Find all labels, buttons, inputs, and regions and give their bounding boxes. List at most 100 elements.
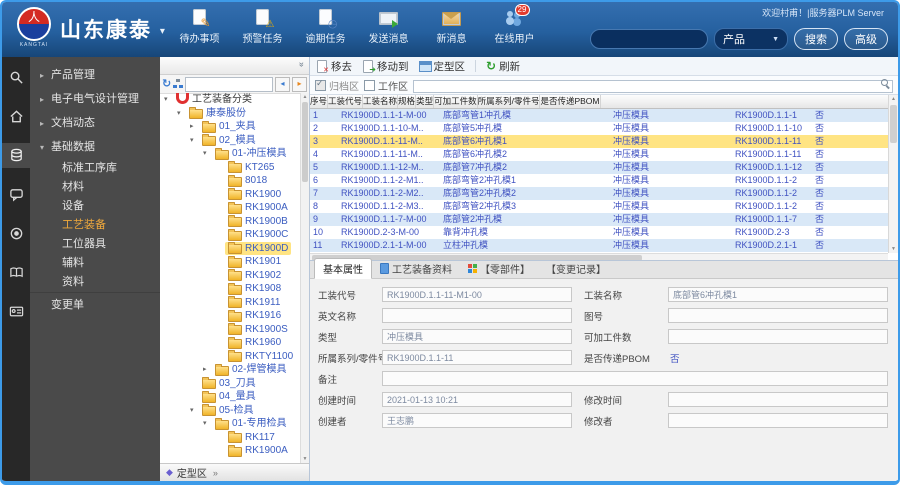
tree-expand-icon[interactable]: ▾ bbox=[190, 404, 199, 418]
creator-field[interactable] bbox=[382, 413, 572, 428]
rail-chat-icon[interactable] bbox=[2, 182, 30, 207]
scroll-down-icon[interactable]: ▼ bbox=[889, 245, 898, 253]
tree-search-input[interactable] bbox=[185, 76, 273, 92]
table-row[interactable]: 9 RK1900D.1.1-7-M-00 底部管2冲孔模 冲压模具 RK1900D.1.… bbox=[310, 213, 888, 226]
workpiece-count-field[interactable] bbox=[668, 329, 888, 344]
rail-home-icon[interactable] bbox=[2, 104, 30, 129]
header-nav-item[interactable]: 发送消息 bbox=[361, 9, 416, 45]
search-category-dropdown[interactable]: 产品 ▼ bbox=[714, 28, 788, 50]
detail-tab[interactable]: 【变更记录】 bbox=[538, 259, 614, 278]
tree-expand-icon[interactable]: ▾ bbox=[203, 417, 212, 431]
table-row[interactable]: 3 RK1900D.1.1-11-M.. 底部管6冲孔模1 冲压模具 RK1900D.1… bbox=[310, 135, 888, 148]
remark-field[interactable] bbox=[382, 371, 888, 386]
grid-column-header[interactable]: 可加工件数 bbox=[434, 95, 478, 108]
tree-node[interactable]: RK1916 bbox=[160, 309, 301, 323]
sidebar-menu-item[interactable]: 资料 bbox=[30, 273, 160, 292]
rail-search-icon[interactable] bbox=[2, 65, 30, 90]
sidebar-menu-item[interactable]: 辅料 bbox=[30, 254, 160, 273]
shaping-area-button[interactable]: 定型区 bbox=[418, 59, 465, 74]
header-nav-item[interactable]: 预警任务 bbox=[235, 9, 290, 45]
sidebar-menu-item[interactable]: ▾ 基础数据 bbox=[30, 135, 160, 159]
tree-expand-icon[interactable]: ▸ bbox=[203, 363, 212, 377]
remove-button[interactable]: 移去 bbox=[316, 59, 352, 74]
scroll-down-icon[interactable]: ▼ bbox=[301, 455, 309, 463]
tree-node[interactable]: RK1900D bbox=[160, 241, 301, 255]
global-search-input[interactable] bbox=[590, 29, 708, 49]
header-nav-item[interactable]: 逾期任务 bbox=[298, 9, 353, 45]
sidebar-menu-item[interactable]: ▸ 文档动态 bbox=[30, 111, 160, 135]
english-name-field[interactable] bbox=[382, 308, 572, 323]
table-row[interactable]: 1 RK1900D.1.1-1-M-00 底部弯管1冲孔模 冲压模具 RK1900D.1… bbox=[310, 109, 888, 122]
sidebar-menu-item[interactable]: ▸ 电子电气设计管理 bbox=[30, 87, 160, 111]
table-row[interactable]: 2 RK1900D.1.1-10-M.. 底部管5冲孔模 冲压模具 RK1900D.1.… bbox=[310, 122, 888, 135]
tree-node[interactable]: KT265 bbox=[160, 161, 301, 175]
tree-node[interactable]: ▾ 01-冲压模具 bbox=[160, 147, 301, 161]
scrollbar-thumb[interactable] bbox=[302, 102, 308, 182]
rail-broadcast-icon[interactable] bbox=[2, 221, 30, 246]
tree-expand-icon[interactable]: ▾ bbox=[177, 107, 186, 121]
tree-expand-icon[interactable]: ▾ bbox=[164, 93, 173, 107]
refresh-button[interactable]: ↻ 刷新 bbox=[486, 59, 520, 74]
tree-expand-icon[interactable]: ▸ bbox=[190, 120, 199, 134]
move-to-button[interactable]: 移动到 bbox=[362, 59, 409, 74]
tree-node[interactable]: RK1900C bbox=[160, 228, 301, 242]
sidebar-menu-item[interactable]: 变更单 bbox=[30, 292, 160, 317]
tree-scrollbar[interactable]: ▲ ▼ bbox=[300, 93, 309, 463]
detail-tab[interactable]: 【零部件】 bbox=[460, 259, 538, 278]
grid-column-header[interactable]: 类型 bbox=[416, 95, 435, 108]
rail-idcard-icon[interactable] bbox=[2, 299, 30, 324]
table-row[interactable]: 7 RK1900D.1.1-2-M2.. 底部弯管2冲孔模2 冲压模具 RK1900D.… bbox=[310, 187, 888, 200]
tree-expand-icon[interactable]: ▾ bbox=[190, 134, 199, 148]
tree-node[interactable]: ▾ 工艺装备分类 bbox=[160, 93, 301, 107]
tree-refresh-icon[interactable]: ↻ bbox=[162, 78, 171, 90]
tree-node[interactable]: RK1900 bbox=[160, 188, 301, 202]
sidebar-menu-item[interactable]: 工位器具 bbox=[30, 235, 160, 254]
rail-database-icon[interactable] bbox=[2, 143, 30, 168]
tree-node[interactable]: ▸ 01_夹具 bbox=[160, 120, 301, 134]
panel-collapse-icon[interactable]: » bbox=[297, 62, 307, 67]
sidebar-menu-item[interactable]: 材料 bbox=[30, 178, 160, 197]
expand-more-icon[interactable]: » bbox=[213, 468, 218, 478]
tree-node[interactable]: ▾ 01-专用检具 bbox=[160, 417, 301, 431]
tree-node[interactable]: 03_刀具 bbox=[160, 377, 301, 391]
table-row[interactable]: 10 RK1900D.2-3-M-00 靠背冲孔模 冲压模具 RK1900D.2-3 否 bbox=[310, 226, 888, 239]
grid-column-header[interactable]: 工装代号 bbox=[328, 95, 364, 108]
grid-vertical-scrollbar[interactable]: ▲ ▼ bbox=[888, 95, 898, 253]
table-row[interactable]: 4 RK1900D.1.1-11-M.. 底部管6冲孔模2 冲压模具 RK1900D.1… bbox=[310, 148, 888, 161]
tree-node[interactable]: RKTY1100 bbox=[160, 350, 301, 364]
scroll-up-icon[interactable]: ▲ bbox=[301, 93, 309, 101]
sidebar-menu-item[interactable]: ▸ 产品管理 bbox=[30, 63, 160, 87]
detail-tab[interactable]: 工艺装备资料 bbox=[372, 259, 460, 278]
table-row[interactable]: 8 RK1900D.1.1-2-M3.. 底部弯管2冲孔模3 冲压模具 RK1900D.… bbox=[310, 200, 888, 213]
workspace-checkbox[interactable]: 工作区 bbox=[364, 78, 408, 93]
grid-column-header[interactable]: 工装名称 bbox=[363, 95, 399, 108]
grid-column-header[interactable]: 是否传递PBOM bbox=[540, 95, 601, 108]
sidebar-menu-item[interactable]: 标准工序库 bbox=[30, 159, 160, 178]
tree-node[interactable]: RK1902 bbox=[160, 269, 301, 283]
search-next-icon[interactable]: ▸ bbox=[292, 76, 307, 92]
table-row[interactable]: 5 RK1900D.1.1-12-M.. 底部管7冲孔模2 冲压模具 RK1900D.1… bbox=[310, 161, 888, 174]
tree-node[interactable]: RK117 bbox=[160, 431, 301, 445]
detail-tab[interactable]: 基本属性 bbox=[314, 258, 372, 279]
tree-node[interactable]: RK1960 bbox=[160, 336, 301, 350]
tree-node[interactable]: 04_量具 bbox=[160, 390, 301, 404]
type-field[interactable] bbox=[382, 329, 572, 344]
table-row[interactable]: 6 RK1900D.1.1-2-M1.. 底部弯管2冲孔模1 冲压模具 RK1900D.… bbox=[310, 174, 888, 187]
sidebar-menu-item[interactable]: 设备 bbox=[30, 197, 160, 216]
search-button[interactable]: 搜索 bbox=[794, 28, 838, 50]
search-prev-icon[interactable]: ◂ bbox=[275, 76, 290, 92]
created-time-field[interactable] bbox=[382, 392, 572, 407]
tree-node[interactable]: ▾ 康泰股份 bbox=[160, 107, 301, 121]
rail-library-icon[interactable] bbox=[2, 260, 30, 285]
sidebar-menu-item[interactable]: 工艺装备 bbox=[30, 216, 160, 235]
grid-column-header[interactable]: 所属系列/零件号 bbox=[478, 95, 541, 108]
modified-time-field[interactable] bbox=[668, 392, 888, 407]
scroll-up-icon[interactable]: ▲ bbox=[889, 95, 898, 103]
shaping-area-tab[interactable]: ◆ 定型区 » bbox=[160, 463, 309, 481]
header-nav-item[interactable]: 新消息 bbox=[424, 9, 479, 45]
advanced-search-button[interactable]: 高级 bbox=[844, 28, 888, 50]
header-nav-item[interactable]: 29 在线用户 bbox=[487, 4, 542, 45]
header-nav-item[interactable]: 待办事项 bbox=[172, 9, 227, 45]
tree-node[interactable]: 8018 bbox=[160, 174, 301, 188]
tree-node[interactable]: ▾ 05-检具 bbox=[160, 404, 301, 418]
